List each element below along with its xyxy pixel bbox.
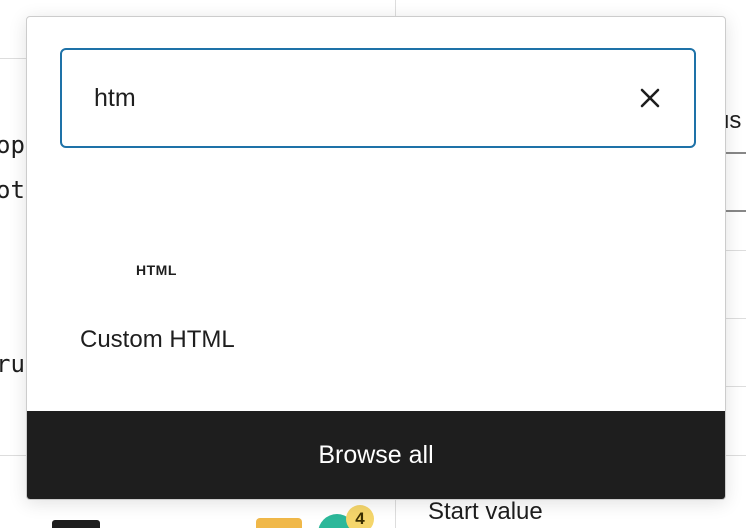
browse-all-button[interactable]: Browse all bbox=[27, 411, 725, 499]
divider bbox=[726, 210, 746, 212]
divider bbox=[726, 318, 746, 319]
block-result-custom-html[interactable]: HTML Custom HTML bbox=[60, 232, 260, 392]
divider bbox=[0, 455, 26, 456]
divider bbox=[726, 152, 746, 154]
toolbar-tab[interactable] bbox=[52, 520, 100, 528]
divider bbox=[395, 500, 396, 528]
divider bbox=[726, 386, 746, 387]
start-value-label: Start value bbox=[428, 498, 543, 525]
divider bbox=[395, 0, 396, 16]
folder-icon[interactable] bbox=[256, 518, 302, 528]
search-input[interactable] bbox=[94, 50, 614, 146]
search-box bbox=[60, 48, 696, 148]
divider bbox=[0, 58, 26, 59]
notification-badge: 4 bbox=[346, 505, 374, 528]
clear-search-button[interactable] bbox=[628, 76, 672, 120]
block-result-label: Custom HTML bbox=[80, 326, 235, 353]
divider bbox=[726, 250, 746, 251]
close-icon bbox=[640, 88, 660, 108]
block-inserter-popover: HTML Custom HTML Browse all bbox=[26, 16, 726, 500]
html-icon: HTML bbox=[136, 262, 177, 278]
divider bbox=[726, 455, 746, 456]
